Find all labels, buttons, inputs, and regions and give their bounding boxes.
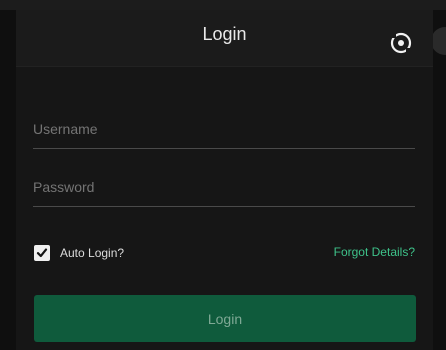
password-field[interactable] [33, 168, 415, 208]
username-field[interactable] [33, 110, 415, 150]
auto-login-option[interactable]: Auto Login? [34, 244, 124, 262]
login-button[interactable]: Login [34, 295, 416, 342]
forgot-details-link[interactable]: Forgot Details? [334, 245, 415, 259]
dialog-header: Login [16, 10, 433, 67]
top-bar [0, 0, 446, 10]
check-icon [36, 248, 48, 258]
auto-login-label: Auto Login? [60, 246, 125, 260]
username-input[interactable] [33, 110, 415, 149]
right-strip [433, 10, 446, 350]
left-strip [0, 10, 16, 350]
close-icon [390, 32, 412, 54]
password-input[interactable] [33, 168, 415, 207]
dialog-title: Login [202, 24, 247, 44]
auto-login-checkbox[interactable] [34, 245, 50, 261]
login-dialog: Login Auto Login? Forgot Details? Login [16, 10, 433, 350]
close-button[interactable] [388, 30, 414, 56]
